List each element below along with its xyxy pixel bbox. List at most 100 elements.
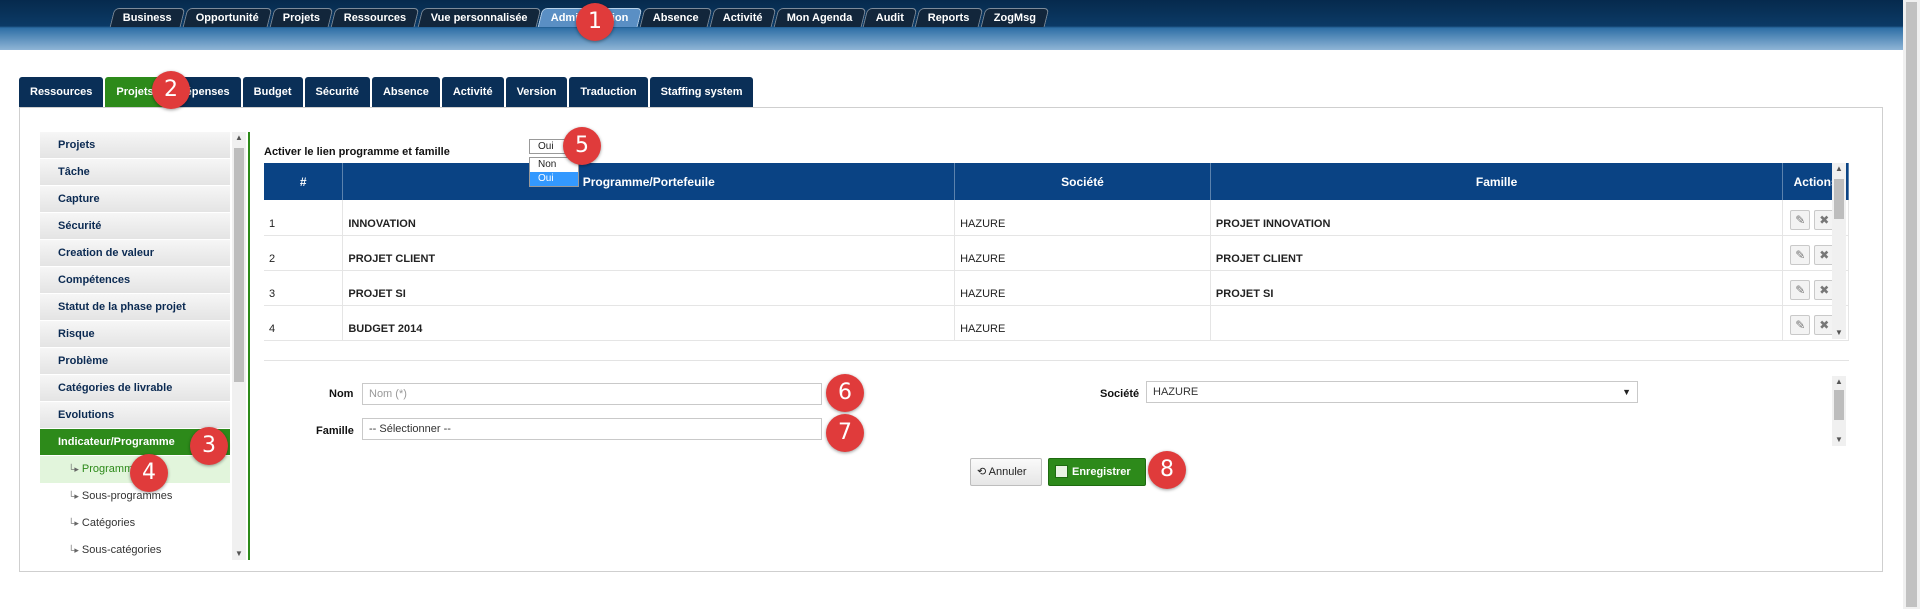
top-tab-audit[interactable]: Audit: [862, 8, 918, 27]
pencil-icon[interactable]: ✎: [1790, 314, 1811, 335]
sidebar-subitem-sous-programmes[interactable]: └▸ Sous-programmes: [40, 483, 230, 510]
pencil-icon[interactable]: ✎: [1790, 279, 1811, 300]
sidebar-item-securite[interactable]: Sécurité: [40, 213, 230, 240]
annotation-marker-8: 8: [1148, 451, 1186, 489]
page-scrollbar[interactable]: [1903, 0, 1920, 609]
top-tab-mon-agenda[interactable]: Mon Agenda: [773, 8, 866, 27]
societe-select-value: HAZURE: [1153, 386, 1199, 398]
scroll-up-icon[interactable]: ▲: [1832, 376, 1846, 388]
famille-select-value: -- Sélectionner --: [369, 423, 451, 435]
tab-securite[interactable]: Sécurité: [304, 77, 370, 107]
cell-famille: PROJET SI: [1210, 270, 1784, 306]
top-tab-projets[interactable]: Projets: [269, 8, 334, 27]
scroll-down-icon[interactable]: ▼: [1832, 327, 1846, 339]
societe-select[interactable]: HAZURE ▼: [1146, 381, 1638, 403]
subitem-arrow-icon: └▸: [68, 491, 79, 501]
sidebar-scrollbar-thumb[interactable]: [234, 148, 244, 382]
column-header-societe[interactable]: Société: [954, 163, 1211, 200]
sidebar-item-statut-phase[interactable]: Statut de la phase projet: [40, 294, 230, 321]
cell-famille: PROJET INNOVATION: [1210, 200, 1784, 236]
top-tab-ressources[interactable]: Ressources: [330, 8, 420, 27]
cancel-button[interactable]: ⟲ Annuler: [970, 458, 1042, 486]
sidebar-subitem-sous-categories[interactable]: └▸ Sous-catégories: [40, 537, 230, 560]
tab-staffing-system[interactable]: Staffing system: [649, 77, 754, 107]
save-icon: [1055, 464, 1068, 478]
form-scrollbar[interactable]: ▲ ▼: [1832, 376, 1846, 446]
sidebar-item-probleme[interactable]: Problème: [40, 348, 230, 375]
famille-label: Famille: [316, 425, 354, 437]
sub-nav-tabs: Ressources Projets Dépenses Budget Sécur…: [19, 77, 755, 107]
table-row[interactable]: 4 BUDGET 2014 HAZURE ✎ ✖: [264, 305, 1849, 341]
cell-programme: PROJET CLIENT: [342, 235, 956, 271]
cell-societe: HAZURE: [954, 270, 1211, 306]
cell-num: 2: [264, 235, 344, 271]
subitem-label: Catégories: [81, 517, 136, 529]
table-row[interactable]: 1 INNOVATION HAZURE PROJET INNOVATION ✎ ✖: [264, 200, 1849, 236]
table-row[interactable]: 3 PROJET SI HAZURE PROJET SI ✎ ✖: [264, 270, 1849, 306]
nom-label: Nom: [329, 388, 354, 400]
scroll-up-icon[interactable]: ▲: [1832, 163, 1846, 175]
scroll-up-icon[interactable]: ▲: [232, 132, 246, 144]
top-tab-activite[interactable]: Activité: [709, 8, 776, 27]
sidebar-item-evolutions[interactable]: Evolutions: [40, 402, 230, 429]
save-button[interactable]: Enregistrer: [1048, 458, 1146, 486]
column-header-famille[interactable]: Famille: [1210, 163, 1784, 200]
table-scrollbar-thumb[interactable]: [1834, 179, 1844, 219]
top-tab-reports[interactable]: Reports: [914, 8, 984, 27]
subitem-label: Sous-programmes: [81, 490, 173, 502]
programme-famille-toggle-label: Activer le lien programme et famille: [264, 146, 450, 158]
cell-societe: HAZURE: [954, 200, 1211, 236]
sidebar-subitem-categories[interactable]: └▸ Catégories: [40, 510, 230, 537]
cell-programme: BUDGET 2014: [342, 305, 956, 341]
sidebar-item-projets[interactable]: Projets: [40, 132, 230, 159]
cell-societe: HAZURE: [954, 305, 1211, 341]
left-sidebar: Projets Tâche Capture Sécurité Creation …: [40, 132, 250, 560]
tab-ressources[interactable]: Ressources: [19, 77, 104, 107]
sidebar-item-competences[interactable]: Compétences: [40, 267, 230, 294]
option-oui[interactable]: Oui: [530, 172, 578, 186]
pencil-icon[interactable]: ✎: [1790, 244, 1811, 265]
sidebar-item-capture[interactable]: Capture: [40, 186, 230, 213]
top-tab-zogmsg[interactable]: ZogMsg: [980, 8, 1050, 27]
annotation-marker-1: 1: [576, 3, 614, 41]
top-tab-vue-personnalisee[interactable]: Vue personnalisée: [417, 8, 541, 27]
form-divider: [264, 360, 1849, 361]
annotation-marker-6: 6: [826, 374, 864, 412]
tab-traduction[interactable]: Traduction: [569, 77, 648, 107]
annotation-marker-2: 2: [152, 71, 190, 109]
chevron-down-icon: ▼: [1622, 387, 1631, 397]
tab-version[interactable]: Version: [505, 77, 568, 107]
sidebar-item-risque[interactable]: Risque: [40, 321, 230, 348]
scroll-down-icon[interactable]: ▼: [232, 548, 246, 560]
refresh-icon: ⟲: [977, 466, 987, 478]
top-tab-opportunite[interactable]: Opportunité: [182, 8, 273, 27]
subitem-arrow-icon: └▸: [68, 545, 79, 555]
form-scrollbar-thumb[interactable]: [1834, 390, 1844, 420]
tab-activite[interactable]: Activité: [441, 77, 504, 107]
cell-societe: HAZURE: [954, 235, 1211, 271]
famille-select[interactable]: -- Sélectionner --: [362, 418, 822, 440]
scroll-down-icon[interactable]: ▼: [1832, 434, 1846, 446]
cell-famille: PROJET CLIENT: [1210, 235, 1784, 271]
tab-budget[interactable]: Budget: [242, 77, 303, 107]
page-scrollbar-thumb[interactable]: [1906, 2, 1917, 607]
sidebar-item-categories-livrable[interactable]: Catégories de livrable: [40, 375, 230, 402]
column-header-programme[interactable]: Programme/Portefeuile: [342, 163, 956, 200]
nom-input[interactable]: Nom (*): [362, 383, 822, 405]
top-tab-absence[interactable]: Absence: [639, 8, 713, 27]
annotation-marker-4: 4: [130, 454, 168, 492]
tab-absence[interactable]: Absence: [371, 77, 440, 107]
top-tab-business[interactable]: Business: [109, 8, 186, 27]
table-scrollbar[interactable]: ▲ ▼: [1832, 163, 1846, 339]
sidebar-item-creation-valeur[interactable]: Creation de valeur: [40, 240, 230, 267]
subitem-arrow-icon: └▸: [68, 464, 79, 474]
table-row[interactable]: 2 PROJET CLIENT HAZURE PROJET CLIENT ✎ ✖: [264, 235, 1849, 271]
pencil-icon[interactable]: ✎: [1790, 209, 1811, 230]
column-header-num[interactable]: #: [264, 163, 344, 200]
table-header-row: # Programme/Portefeuile Société Famille …: [264, 163, 1849, 200]
sidebar-item-tache[interactable]: Tâche: [40, 159, 230, 186]
annotation-marker-3: 3: [190, 427, 228, 465]
sidebar-scrollbar[interactable]: ▲ ▼: [232, 132, 246, 560]
sidebar-list: Projets Tâche Capture Sécurité Creation …: [40, 132, 230, 560]
cell-num: 4: [264, 305, 344, 341]
